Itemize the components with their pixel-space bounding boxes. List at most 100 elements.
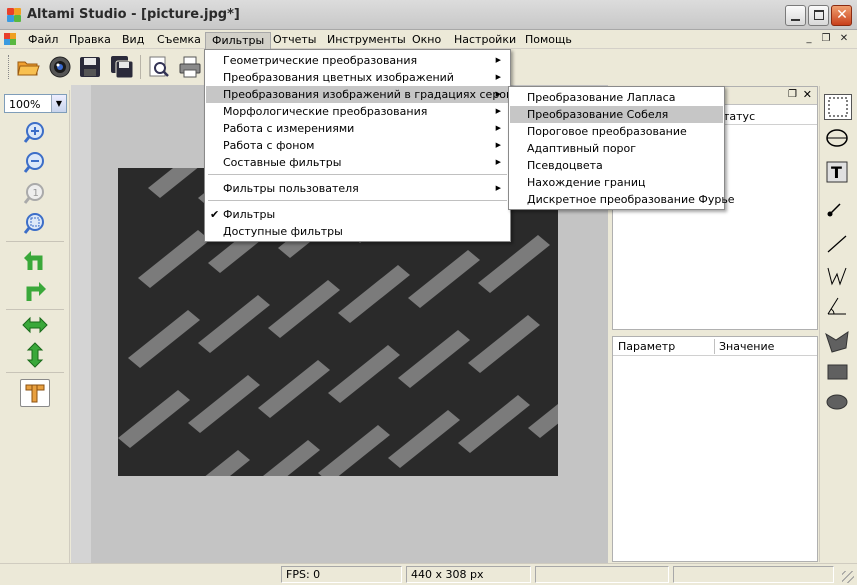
- camera-button[interactable]: [48, 55, 72, 79]
- menu-item-label: Фильтры: [223, 208, 276, 221]
- polygon-tool-icon: [825, 330, 849, 353]
- flip-vertical-button[interactable]: [22, 342, 48, 368]
- menu-tools[interactable]: Инструменты: [321, 32, 412, 49]
- submenu-arrow-icon: ▶: [495, 56, 501, 64]
- submenu-item-fourier[interactable]: Дискретное преобразование Фурье: [510, 191, 735, 208]
- flip-horizontal-button[interactable]: [22, 312, 48, 338]
- print-button[interactable]: [178, 55, 202, 79]
- mdi-restore-button[interactable]: ❐: [818, 32, 834, 46]
- menu-edit[interactable]: Правка: [63, 32, 117, 49]
- crop-tool-icon: [25, 384, 45, 403]
- rotate-right-button[interactable]: [22, 279, 48, 305]
- column-value[interactable]: Значение: [719, 340, 774, 353]
- menu-item-user-filters[interactable]: Фильтры пользователя ▶: [206, 180, 509, 197]
- menu-item-color-transforms[interactable]: Преобразования цветных изображений ▶: [206, 69, 509, 86]
- selection-rectangle-icon: [828, 97, 848, 117]
- menu-bar: Файл Правка Вид Съемка Фильтры Отчеты Ин…: [0, 30, 857, 49]
- menu-window[interactable]: Окно: [406, 32, 447, 49]
- line-tool-icon: [827, 235, 847, 253]
- mdi-minimize-button[interactable]: _: [801, 32, 817, 46]
- menu-view[interactable]: Вид: [116, 32, 150, 49]
- lasso-icon: [826, 129, 848, 147]
- text-tool-icon: T: [826, 161, 848, 183]
- mdi-close-button[interactable]: ✕: [836, 32, 852, 46]
- zoom-actual-button[interactable]: 1: [22, 181, 48, 207]
- menu-reports[interactable]: Отчеты: [267, 32, 322, 49]
- rotate-right-icon: [26, 282, 46, 301]
- menu-help[interactable]: Помощь: [519, 32, 578, 49]
- zoom-fit-icon: [23, 213, 44, 234]
- menu-filters[interactable]: Фильтры: [205, 32, 272, 49]
- maximize-button[interactable]: [808, 5, 829, 26]
- floppy-disks-icon: [111, 56, 134, 79]
- close-button[interactable]: ✕: [831, 5, 852, 26]
- menu-item-background[interactable]: Работа с фоном ▶: [206, 137, 509, 154]
- submenu-item-adaptive-threshold[interactable]: Адаптивный порог: [510, 140, 723, 157]
- menu-item-geometric[interactable]: Геометрические преобразования ▶: [206, 52, 509, 69]
- save-button[interactable]: [78, 55, 102, 79]
- polyline-tool-button[interactable]: [824, 264, 852, 290]
- angle-tool-button[interactable]: [824, 294, 852, 320]
- menu-item-label: Морфологические преобразования: [223, 105, 428, 118]
- menu-separator: [208, 174, 507, 175]
- menu-item-grayscale-transforms[interactable]: Преобразования изображений в градациях с…: [206, 86, 519, 103]
- menu-settings[interactable]: Настройки: [448, 32, 522, 49]
- polyline-tool-icon: [827, 267, 847, 286]
- status-cell-empty: [535, 566, 669, 583]
- point-tool-button[interactable]: [824, 196, 852, 222]
- line-tool-button[interactable]: [824, 232, 852, 258]
- zoom-in-button[interactable]: [22, 120, 48, 146]
- rotate-left-button[interactable]: [22, 248, 48, 274]
- menu-capture[interactable]: Съемка: [151, 32, 207, 49]
- camera-lens-icon: [49, 56, 71, 78]
- crop-button[interactable]: [20, 379, 50, 407]
- column-divider[interactable]: [714, 339, 715, 354]
- ellipse-tool-button[interactable]: [824, 390, 852, 416]
- select-rect-button[interactable]: [824, 94, 852, 120]
- menu-item-label: Доступные фильтры: [223, 225, 343, 238]
- menu-separator: [208, 200, 507, 201]
- menu-item-morphological[interactable]: Морфологические преобразования ▶: [206, 103, 509, 120]
- submenu-item-laplace[interactable]: Преобразование Лапласа: [510, 89, 723, 106]
- submenu-item-sobel[interactable]: Преобразование Собеля: [510, 106, 723, 123]
- submenu-arrow-icon: ▶: [495, 107, 501, 115]
- save-all-button[interactable]: [110, 55, 134, 79]
- panel-close-icon[interactable]: ✕: [803, 88, 812, 101]
- menu-item-composite[interactable]: Составные фильтры ▶: [206, 154, 509, 171]
- svg-text:T: T: [831, 163, 842, 182]
- rectangle-tool-button[interactable]: [824, 360, 852, 386]
- resize-grip-icon[interactable]: [842, 571, 854, 583]
- text-tool-button[interactable]: T: [824, 160, 852, 186]
- ellipse-select-button[interactable]: [824, 126, 852, 152]
- zoom-out-button[interactable]: [22, 150, 48, 176]
- menu-item-measurements[interactable]: Работа с измерениями ▶: [206, 120, 509, 137]
- submenu-item-edge-detection[interactable]: Нахождение границ: [510, 174, 723, 191]
- document-icon: [4, 33, 18, 46]
- polygon-tool-button[interactable]: [824, 330, 852, 356]
- fps-indicator: FPS: 0: [281, 566, 402, 583]
- menu-item-available-filters[interactable]: Доступные фильтры: [206, 223, 509, 240]
- drawing-toolbox: T: [819, 86, 855, 562]
- submenu-arrow-icon: ▶: [495, 73, 501, 81]
- menu-item-filters-toggle[interactable]: ✔ Фильтры: [206, 206, 509, 223]
- minimize-icon: [791, 19, 800, 21]
- printer-icon: [179, 56, 201, 78]
- panel-float-icon[interactable]: ❐: [788, 89, 797, 100]
- submenu-arrow-icon: ▶: [495, 124, 501, 132]
- minimize-button[interactable]: [785, 5, 806, 26]
- submenu-item-threshold[interactable]: Пороговое преобразование: [510, 123, 723, 140]
- column-parameter[interactable]: Параметр: [618, 340, 675, 353]
- status-cell-empty: [673, 566, 834, 583]
- open-folder-button[interactable]: [16, 55, 40, 79]
- checkmark-icon: ✔: [210, 208, 220, 221]
- print-preview-button[interactable]: [147, 55, 171, 79]
- chevron-down-icon[interactable]: ▼: [51, 95, 66, 112]
- zoom-fit-button[interactable]: [22, 211, 48, 237]
- maximize-icon: [814, 10, 824, 20]
- submenu-item-pseudocolor[interactable]: Псевдоцвета: [510, 157, 723, 174]
- zoom-select[interactable]: 100% ▼: [4, 94, 67, 113]
- menu-item-label: Преобразования цветных изображений: [223, 71, 454, 84]
- column-status[interactable]: татус: [723, 110, 755, 123]
- menu-file[interactable]: Файл: [22, 32, 64, 49]
- toolbar-grip[interactable]: [8, 55, 11, 79]
